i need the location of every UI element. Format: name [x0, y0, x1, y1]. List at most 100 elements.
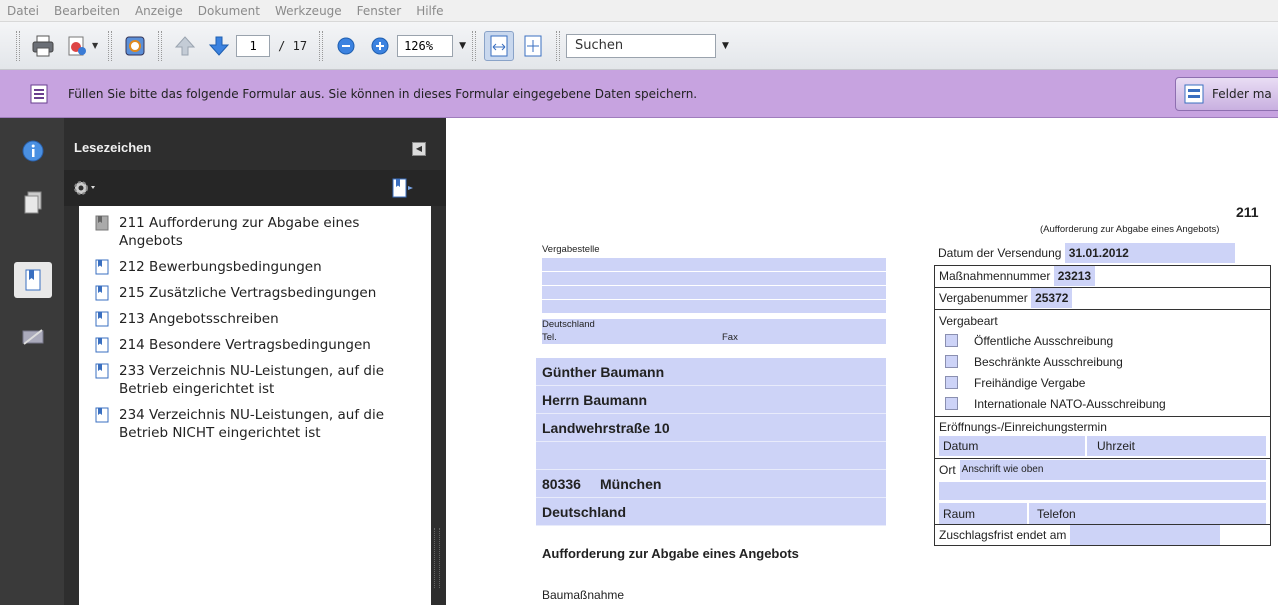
recipient-extra-field[interactable]: [536, 442, 886, 470]
menu-werkzeuge[interactable]: Werkzeuge: [272, 4, 345, 18]
create-pdf-button[interactable]: [62, 31, 92, 61]
minus-circle-icon: [337, 37, 355, 54]
chevron-down-icon[interactable]: ▼: [722, 41, 729, 51]
menu-dokument[interactable]: Dokument: [195, 4, 263, 18]
search-input[interactable]: Suchen: [565, 33, 716, 58]
oeffentlich-checkbox[interactable]: [945, 334, 958, 347]
recipient-name-field[interactable]: Günther Baumann: [536, 358, 886, 386]
recipient-country-field[interactable]: Deutschland: [536, 498, 886, 526]
menu-hilfe[interactable]: Hilfe: [413, 4, 446, 18]
zoom-in-button[interactable]: [365, 31, 395, 61]
telefon-field[interactable]: Telefon: [1029, 503, 1266, 524]
zuschlag-field[interactable]: [1069, 525, 1220, 545]
bookmark-item[interactable]: 212 Bewerbungsbedingungen: [79, 256, 431, 278]
bookmark-label: 212 Bewerbungsbedingungen: [119, 259, 322, 275]
navigation-strip: [0, 118, 64, 605]
eroeffnung-datetime-row: Datum Uhrzeit: [939, 436, 1266, 456]
chevron-down-icon[interactable]: ▼: [92, 41, 98, 50]
fields-icon: [1184, 84, 1204, 104]
checkbox-label: Beschränkte Ausschreibung: [974, 354, 1123, 369]
vergabestelle-line-field[interactable]: [542, 300, 886, 314]
bookmark-label: 215 Zusätzliche Vertragsbedingungen: [119, 285, 377, 301]
signatures-icon[interactable]: [20, 324, 46, 350]
vergabestelle-line-field[interactable]: [542, 258, 886, 272]
freihaendig-checkbox[interactable]: [945, 376, 958, 389]
fit-width-icon: [490, 35, 508, 56]
bookmark-label: 213 Angebotsschreiben: [119, 311, 279, 327]
panel-resize-handle[interactable]: [434, 528, 440, 588]
tel-fax-row[interactable]: Tel. Fax: [542, 331, 886, 344]
bookmarks-icon[interactable]: [14, 262, 52, 298]
toolbar-grip[interactable]: [471, 30, 476, 61]
bookmarks-list: 211 Aufforderung zur Abgabe eines Angebo…: [79, 206, 431, 605]
menu-anzeige[interactable]: Anzeige: [132, 4, 186, 18]
page-heading: Aufforderung zur Abgabe eines Angebots: [542, 546, 799, 561]
bookmark-item[interactable]: 233 Verzeichnis NU-Leistungen, auf die B…: [79, 360, 431, 400]
menu-fenster[interactable]: Fenster: [354, 4, 405, 18]
vergabestelle-line-field[interactable]: [542, 272, 886, 286]
bookmark-item[interactable]: 213 Angebotsschreiben: [79, 308, 431, 330]
printer-icon: [32, 35, 54, 56]
new-bookmark-icon[interactable]: [390, 178, 416, 198]
toolbar-grip[interactable]: [108, 30, 113, 61]
bookmark-item[interactable]: 215 Zusätzliche Vertragsbedingungen: [79, 282, 431, 304]
nato-checkbox[interactable]: [945, 397, 958, 410]
recipient-salutation-field[interactable]: Herrn Baumann: [536, 386, 886, 414]
bookmark-icon: [95, 407, 109, 423]
gear-icon[interactable]: [72, 178, 98, 198]
datum-field[interactable]: Datum: [939, 436, 1085, 456]
pages-icon[interactable]: [20, 190, 46, 216]
highlight-fields-button[interactable]: Felder ma: [1175, 77, 1278, 111]
beschraenkt-checkbox[interactable]: [945, 355, 958, 368]
ort-field[interactable]: Anschrift wie oben: [959, 460, 1266, 480]
bookmark-label: 211 Aufforderung zur Abgabe eines Angebo…: [119, 215, 360, 249]
menu-datei[interactable]: Datei: [4, 4, 42, 18]
vergabestelle-country-field[interactable]: Deutschland: [542, 319, 886, 331]
raum-field[interactable]: Raum: [939, 503, 1027, 524]
eroeffnung-label: Eröffnungs-/Einreichungstermin: [939, 420, 1107, 434]
chevron-down-icon[interactable]: ▼: [459, 41, 466, 51]
form-number: 211: [1236, 204, 1259, 220]
menu-bearbeiten[interactable]: Bearbeiten: [51, 4, 123, 18]
print-button[interactable]: [28, 31, 58, 61]
share-icon: [125, 36, 145, 55]
uhrzeit-field[interactable]: Uhrzeit: [1087, 436, 1266, 456]
toolbar-grip[interactable]: [16, 30, 20, 61]
tel-label: Tel.: [542, 332, 557, 343]
recipient-city-field[interactable]: München: [600, 476, 661, 492]
collapse-panel-button[interactable]: ◀: [412, 142, 426, 156]
info-icon[interactable]: [20, 138, 46, 164]
recipient-city-row[interactable]: 80336 München: [536, 470, 886, 498]
previous-page-button[interactable]: [170, 31, 200, 61]
bookmark-item[interactable]: 214 Besondere Vertragsbedingungen: [79, 334, 431, 356]
fit-width-button[interactable]: [483, 30, 514, 61]
fit-page-button[interactable]: [518, 31, 548, 61]
bookmark-item[interactable]: 234 Verzeichnis NU-Leistungen, auf die B…: [79, 404, 431, 444]
ort-block: Ort Anschrift wie oben Raum Telefon: [934, 458, 1271, 524]
toolbar-grip[interactable]: [319, 30, 324, 61]
massnahme-field[interactable]: 23213: [1053, 266, 1096, 286]
bookmark-item[interactable]: 211 Aufforderung zur Abgabe eines Angebo…: [79, 212, 431, 252]
vergabestelle-line-field[interactable]: [542, 286, 886, 300]
vergabeart-option: Freihändige Vergabe: [939, 372, 1266, 393]
procurement-details-form: Datum der Versendung 31.01.2012 Maßnahme…: [934, 243, 1271, 546]
vergabenummer-row: Vergabenummer 25372: [934, 287, 1271, 309]
toolbar-grip[interactable]: [158, 30, 163, 61]
massnahme-row: Maßnahmennummer 23213: [934, 265, 1271, 287]
next-page-button[interactable]: [204, 31, 234, 61]
arrow-up-icon: [175, 35, 196, 55]
bookmarks-header: Lesezeichen ◀: [64, 118, 446, 170]
vergabenummer-field[interactable]: 25372: [1031, 288, 1073, 308]
bookmark-icon: [95, 311, 109, 327]
collaborate-button[interactable]: [120, 31, 150, 61]
toolbar-grip[interactable]: [555, 30, 560, 61]
page-number-input[interactable]: 1: [236, 34, 271, 57]
versendung-field[interactable]: 31.01.2012: [1064, 243, 1235, 263]
zoom-out-button[interactable]: [331, 31, 361, 61]
page-total: / 17: [278, 38, 308, 53]
recipient-street-field[interactable]: Landwehrstraße 10: [536, 414, 886, 442]
highlight-fields-label: Felder ma: [1212, 87, 1272, 101]
ort-line2-field[interactable]: [939, 482, 1266, 500]
recipient-plz-field[interactable]: 80336: [542, 470, 600, 498]
zoom-level-select[interactable]: 126%: [397, 34, 454, 57]
